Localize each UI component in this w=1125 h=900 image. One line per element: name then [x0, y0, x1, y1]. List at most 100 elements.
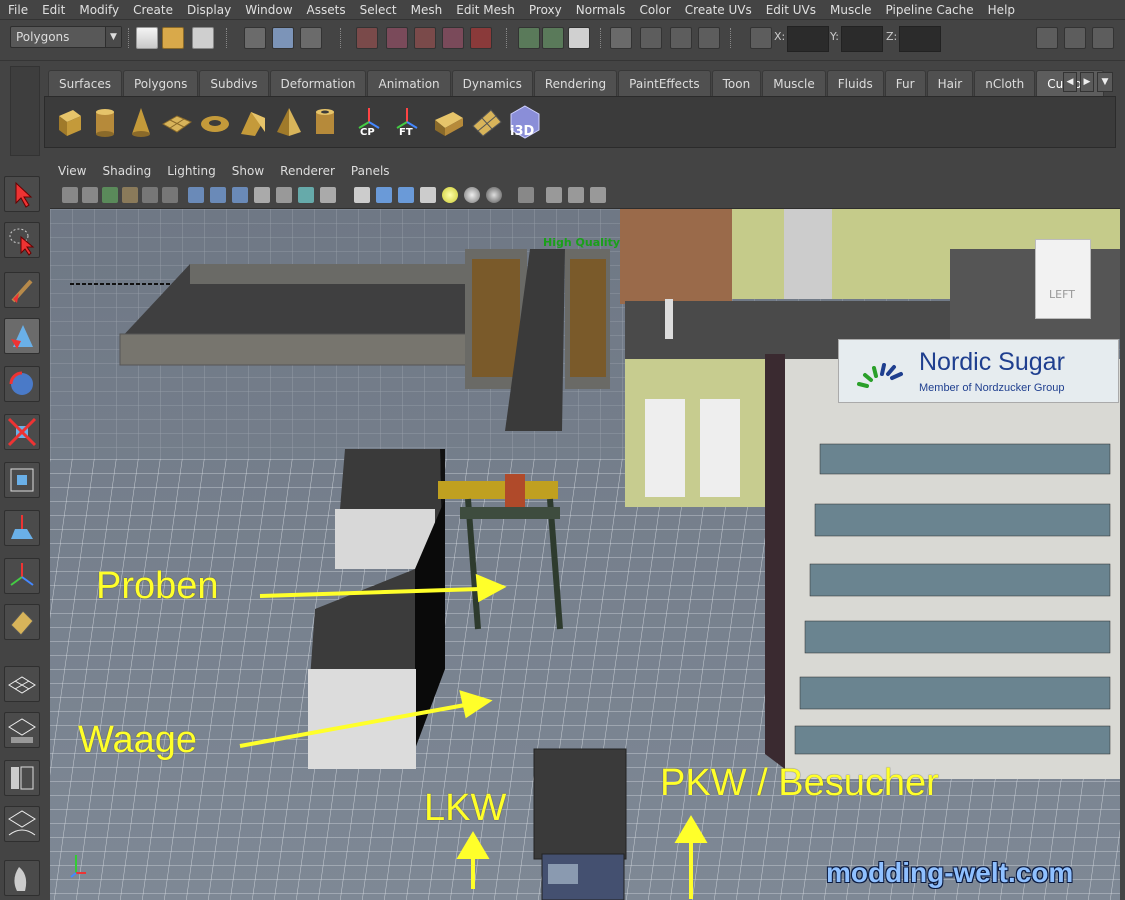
panel-menu-show[interactable]: Show [232, 164, 264, 178]
default-lighting-icon[interactable] [442, 187, 458, 203]
z-input[interactable] [899, 26, 942, 52]
tab-dynamics[interactable]: Dynamics [451, 70, 533, 96]
safe-title-icon[interactable] [320, 187, 336, 203]
select-by-hierarchy-icon[interactable] [244, 27, 266, 49]
xray-joints-icon[interactable] [546, 187, 562, 203]
input-ops-icon[interactable] [518, 27, 540, 49]
film-gate-icon[interactable] [210, 187, 226, 203]
move-tool-icon[interactable] [4, 318, 40, 354]
snap-grid-icon[interactable] [356, 27, 378, 49]
tab-muscle[interactable]: Muscle [762, 70, 826, 96]
menu-item-window[interactable]: Window [239, 0, 300, 20]
isolate-select-icon[interactable] [518, 187, 534, 203]
menu-item-pipeline-cache[interactable]: Pipeline Cache [880, 0, 982, 20]
hypershade-layout-icon[interactable] [4, 806, 40, 842]
image-plane-icon[interactable] [122, 187, 138, 203]
shelf-options[interactable] [10, 66, 40, 156]
pipe-icon[interactable] [307, 104, 343, 140]
tab-fluids[interactable]: Fluids [826, 70, 884, 96]
panel-menu-view[interactable]: View [58, 164, 86, 178]
tab-scroll-right-icon[interactable]: ▶ [1080, 72, 1094, 92]
cube-icon[interactable] [51, 104, 87, 140]
field-chart-icon[interactable] [276, 187, 292, 203]
pyramid-icon[interactable] [271, 104, 307, 140]
cylinder-icon[interactable] [87, 104, 123, 140]
resolution-gate-icon[interactable] [232, 187, 248, 203]
xray-active-icon[interactable] [568, 187, 584, 203]
new-scene-icon[interactable] [136, 27, 158, 49]
menu-item-normals[interactable]: Normals [570, 0, 634, 20]
shadows-icon[interactable] [486, 187, 502, 203]
lasso-tool-icon[interactable] [4, 222, 40, 258]
panel-menu-shading[interactable]: Shading [102, 164, 151, 178]
construction-history-icon[interactable] [568, 27, 590, 49]
universal-manipulator-icon[interactable] [4, 462, 40, 498]
menu-item-modify[interactable]: Modify [73, 0, 127, 20]
rotate-tool-icon[interactable] [4, 366, 40, 402]
tab-polygons[interactable]: Polygons [122, 70, 199, 96]
menu-item-file[interactable]: File [2, 0, 36, 20]
grease-pencil-icon[interactable] [162, 187, 178, 203]
cp-pivot-icon[interactable]: CP [351, 104, 387, 140]
tab-hair[interactable]: Hair [926, 70, 974, 96]
shelf-menu-icon[interactable]: ▼ [1097, 72, 1113, 92]
menu-item-proxy[interactable]: Proxy [523, 0, 570, 20]
open-scene-icon[interactable] [162, 27, 184, 49]
tab-surfaces[interactable]: Surfaces [48, 70, 122, 96]
select-tool-icon[interactable] [4, 176, 40, 212]
select-camera-icon[interactable] [62, 187, 78, 203]
menu-item-mesh[interactable]: Mesh [405, 0, 451, 20]
attribute-editor-icon[interactable] [1036, 27, 1058, 49]
snap-curve-icon[interactable] [386, 27, 408, 49]
persp-outliner-layout-icon[interactable] [4, 712, 40, 748]
tab-rendering[interactable]: Rendering [533, 70, 618, 96]
smooth-shade-icon[interactable] [376, 187, 392, 203]
scale-tool-icon[interactable] [4, 414, 40, 450]
bookmarks-icon[interactable] [102, 187, 118, 203]
y-input[interactable] [840, 26, 883, 52]
menu-item-color[interactable]: Color [633, 0, 678, 20]
save-scene-icon[interactable] [192, 27, 214, 49]
prism-icon[interactable] [235, 104, 271, 140]
gate-mask-icon[interactable] [254, 187, 270, 203]
x-input[interactable] [787, 26, 830, 52]
share-icon[interactable] [590, 187, 606, 203]
textured-box-icon[interactable] [431, 104, 467, 140]
all-lights-icon[interactable] [464, 187, 480, 203]
show-manipulator-icon[interactable] [4, 558, 40, 594]
tab-ncloth[interactable]: nCloth [974, 70, 1036, 96]
outliner-layout-icon[interactable] [4, 860, 40, 896]
snap-plane-icon[interactable] [442, 27, 464, 49]
panel-menu-panels[interactable]: Panels [351, 164, 390, 178]
channel-box-icon[interactable] [1092, 27, 1114, 49]
single-layout-icon[interactable] [4, 666, 40, 702]
2d-pan-zoom-icon[interactable] [142, 187, 158, 203]
xray-icon[interactable] [420, 187, 436, 203]
tab-fur[interactable]: Fur [884, 70, 926, 96]
snap-point-icon[interactable] [414, 27, 436, 49]
menu-item-edit-mesh[interactable]: Edit Mesh [450, 0, 523, 20]
i3d-icon[interactable]: i3D [507, 104, 543, 140]
menu-item-select[interactable]: Select [354, 0, 405, 20]
plane-icon[interactable] [159, 104, 195, 140]
last-tool-icon[interactable] [4, 604, 40, 640]
tool-settings-icon[interactable] [1064, 27, 1086, 49]
menu-item-assets[interactable]: Assets [301, 0, 354, 20]
menu-item-edit[interactable]: Edit [36, 0, 73, 20]
torus-icon[interactable] [197, 104, 233, 140]
tab-painteffects[interactable]: PaintEffects [618, 70, 711, 96]
tab-subdivs[interactable]: Subdivs [199, 70, 269, 96]
ft-pivot-icon[interactable]: FT [389, 104, 425, 140]
tab-toon[interactable]: Toon [711, 70, 762, 96]
wireframe-on-shaded-icon[interactable] [398, 187, 414, 203]
render-frame-icon[interactable] [640, 27, 662, 49]
transform-input-icon[interactable] [750, 27, 772, 49]
tab-scroll-left-icon[interactable]: ◀ [1063, 72, 1077, 92]
make-live-icon[interactable] [470, 27, 492, 49]
select-by-object-icon[interactable] [272, 27, 294, 49]
menu-item-create-uvs[interactable]: Create UVs [679, 0, 760, 20]
render-view-icon[interactable] [610, 27, 632, 49]
cone-icon[interactable] [123, 104, 159, 140]
select-by-component-icon[interactable] [300, 27, 322, 49]
safe-action-icon[interactable] [298, 187, 314, 203]
